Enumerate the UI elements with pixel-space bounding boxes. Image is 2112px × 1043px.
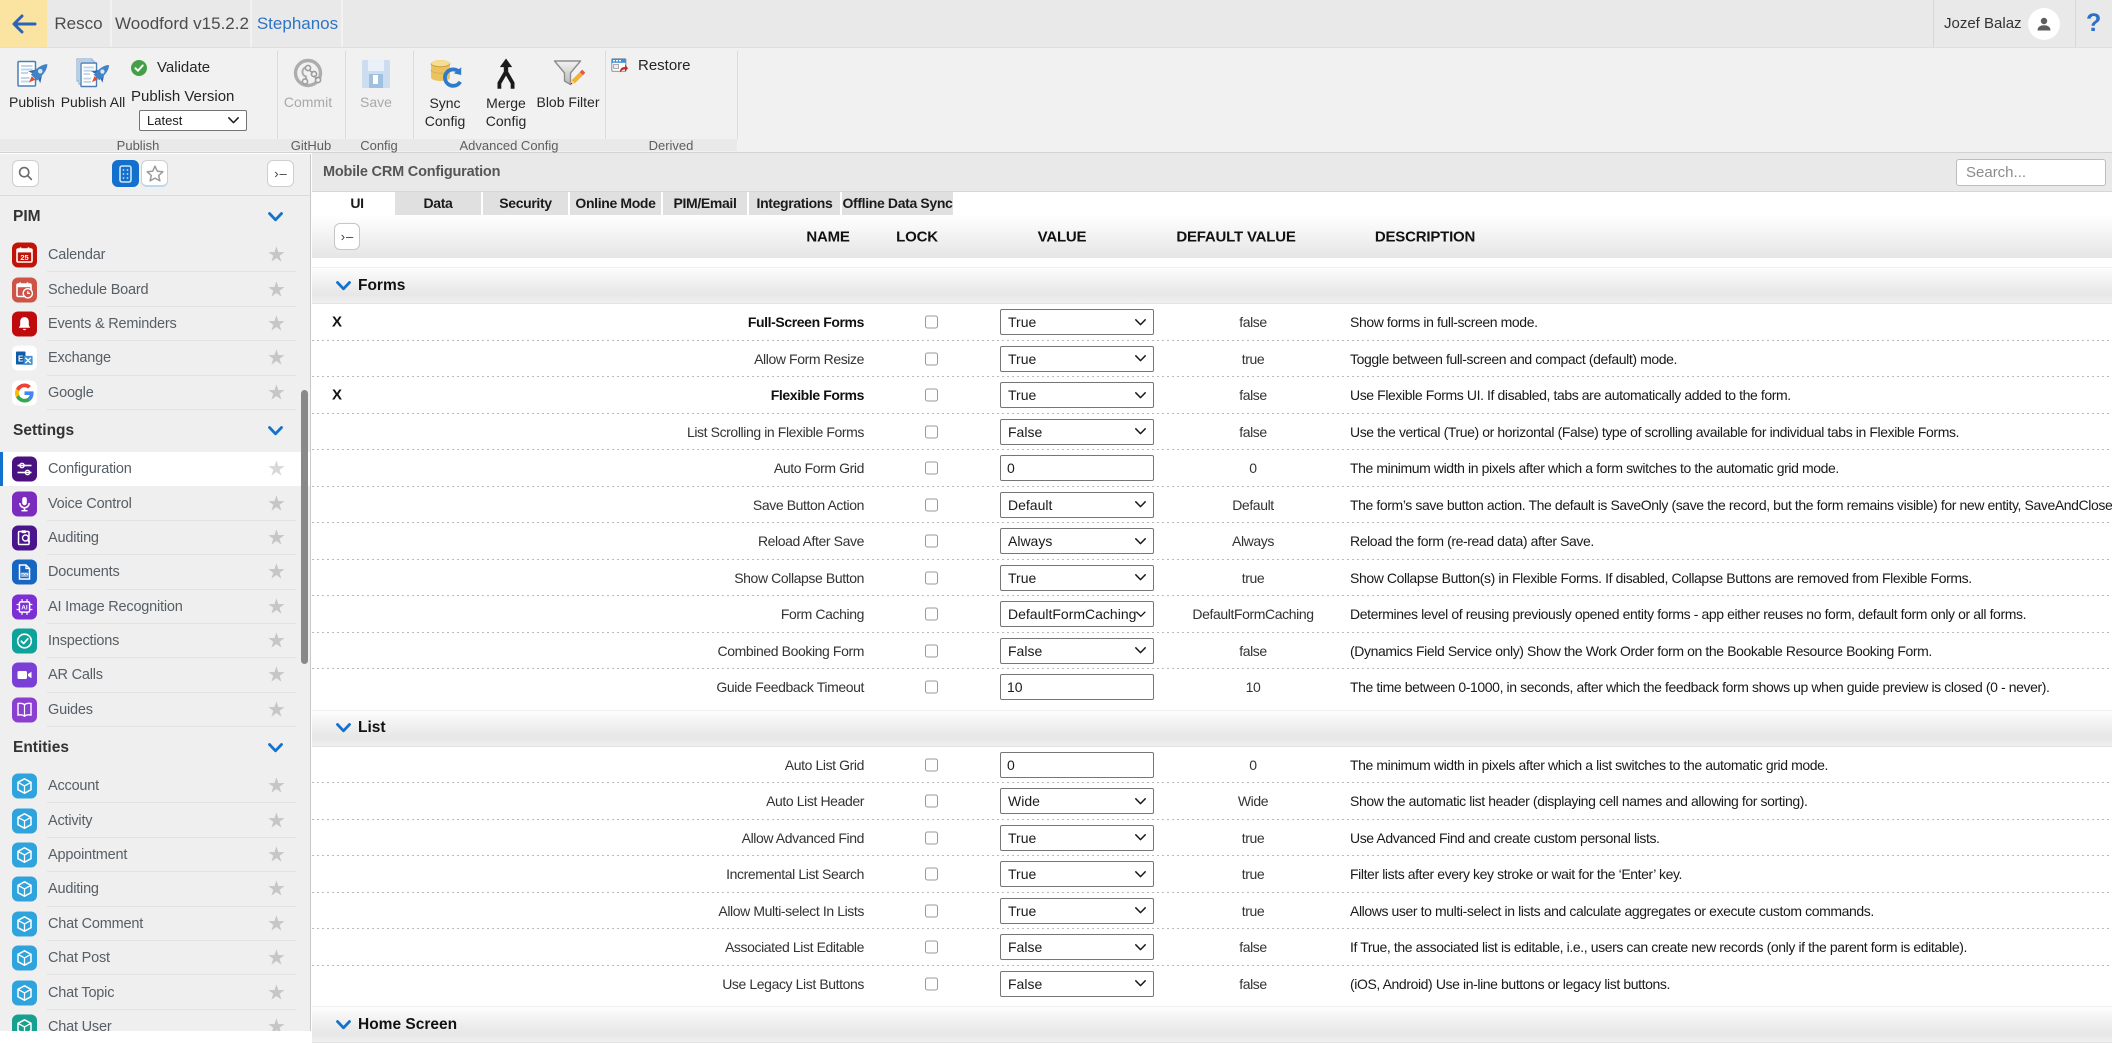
svg-text:E: E: [18, 355, 24, 364]
svg-text:DOC: DOC: [21, 573, 29, 577]
svg-text:AI: AI: [21, 604, 28, 611]
svg-text:25: 25: [20, 253, 28, 262]
